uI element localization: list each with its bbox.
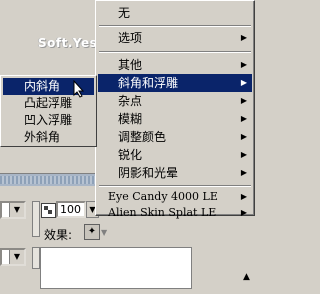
layer-preview-area bbox=[40, 247, 192, 289]
menu-item-label: 斜角和浮雕 bbox=[118, 76, 179, 90]
effects-context-menu: 无 选项 ▶ 其他 ▶ 斜角和浮雕 ▶ 杂点 ▶ 模糊 ▶ 调整颜色 ▶ 锐化 … bbox=[95, 0, 255, 219]
menu-item-label: 调整颜色 bbox=[118, 130, 167, 144]
menu-item-sharpen[interactable]: 锐化 ▶ bbox=[98, 146, 252, 164]
menu-item-alien-skin-splat[interactable]: Alien Skin Splat LE ▶ bbox=[98, 204, 252, 222]
effect-menu-arrow[interactable]: ▼ bbox=[101, 228, 107, 237]
triangle-right-icon: ▶ bbox=[240, 96, 247, 105]
menu-separator bbox=[99, 25, 251, 27]
menu-item-adjust-color[interactable]: 调整颜色 ▶ bbox=[98, 128, 252, 146]
effect-label: 效果: bbox=[44, 228, 73, 242]
submenu-item-label: 外斜角 bbox=[24, 130, 61, 144]
submenu-item-label: 内斜角 bbox=[24, 79, 61, 93]
fx-icon[interactable]: ✦ bbox=[84, 224, 100, 240]
triangle-right-icon: ▶ bbox=[240, 132, 247, 141]
side-scrollbar-2[interactable] bbox=[32, 247, 40, 269]
triangle-right-icon: ▶ bbox=[240, 33, 247, 42]
menu-item-shadow-glow[interactable]: 阴影和光晕 ▶ bbox=[98, 164, 252, 182]
submenu-item-outer-bevel[interactable]: 外斜角 bbox=[3, 129, 94, 146]
blend-mode-select[interactable]: ▼ bbox=[0, 201, 26, 219]
menu-separator bbox=[99, 185, 251, 187]
menu-item-blur[interactable]: 模糊 ▶ bbox=[98, 110, 252, 128]
checker-icon bbox=[41, 203, 56, 218]
scroll-up-icon[interactable]: ▲ bbox=[243, 272, 250, 282]
mouse-pointer-icon bbox=[73, 80, 85, 98]
triangle-right-icon: ▶ bbox=[240, 150, 247, 159]
menu-item-label: 无 bbox=[118, 6, 131, 20]
menu-item-bevel-emboss[interactable]: 斜角和浮雕 ▶ bbox=[98, 74, 252, 92]
menu-item-none[interactable]: 无 bbox=[98, 4, 252, 22]
submenu-item-label: 凸起浮雕 bbox=[24, 96, 73, 110]
chevron-down-icon: ▼ bbox=[9, 250, 24, 264]
menu-item-label: 选项 bbox=[118, 31, 143, 45]
triangle-right-icon: ▶ bbox=[240, 168, 247, 177]
triangle-right-icon: ▶ bbox=[240, 60, 247, 69]
submenu-item-label: 凹入浮雕 bbox=[24, 113, 73, 127]
secondary-select[interactable]: ▼ bbox=[0, 248, 26, 266]
menu-item-options[interactable]: 选项 ▶ bbox=[98, 29, 252, 47]
menu-item-noise[interactable]: 杂点 ▶ bbox=[98, 92, 252, 110]
triangle-right-icon: ▶ bbox=[240, 78, 247, 87]
panel-title-strip bbox=[0, 173, 100, 186]
menu-item-label: Alien Skin Splat LE bbox=[108, 206, 217, 219]
triangle-right-icon: ▶ bbox=[240, 208, 247, 217]
menu-item-label: 锐化 bbox=[118, 148, 143, 162]
menu-item-other[interactable]: 其他 ▶ bbox=[98, 56, 252, 74]
menu-item-label: 杂点 bbox=[118, 94, 143, 108]
menu-separator bbox=[99, 51, 251, 53]
opacity-input[interactable]: 100 bbox=[56, 201, 86, 218]
chevron-down-icon: ▼ bbox=[9, 203, 24, 217]
side-scrollbar[interactable] bbox=[32, 201, 40, 237]
menu-item-label: 阴影和光晕 bbox=[118, 166, 179, 180]
submenu-item-sunken-emboss[interactable]: 凹入浮雕 bbox=[3, 112, 94, 129]
triangle-right-icon: ▶ bbox=[240, 114, 247, 123]
menu-item-label: 模糊 bbox=[118, 112, 143, 126]
menu-item-label: 其他 bbox=[118, 58, 143, 72]
